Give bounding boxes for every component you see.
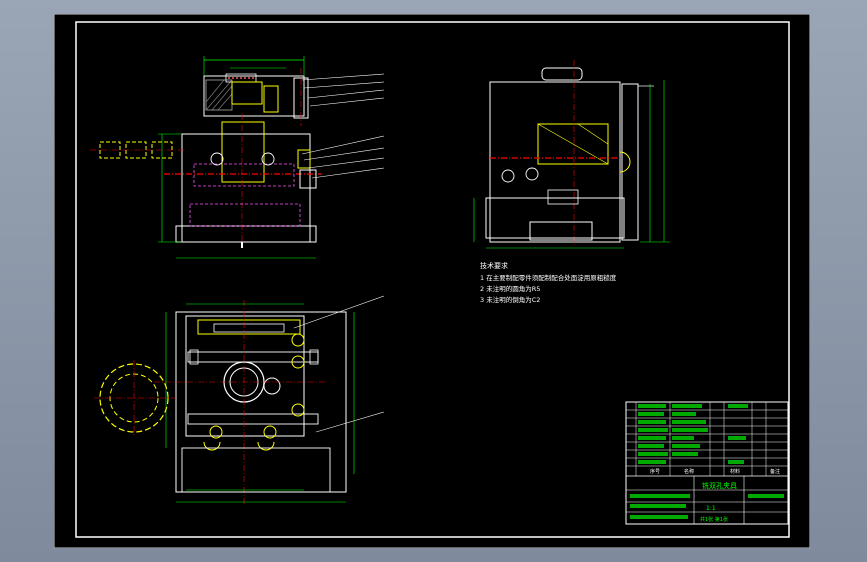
- outer-sheet-border: [53, 13, 811, 549]
- drawing-scale: 1:1: [706, 505, 716, 512]
- cad-drawing-svg: 技术要求 1 在主要制配零件须配制配合处面淀用原粗糙度 2 未注明的圆角为R5 …: [53, 13, 811, 549]
- tech-req-item-3: 3 未注明的倒角为C2: [480, 295, 540, 304]
- tech-req-item-1: 1 在主要制配零件须配制配合处面淀用原粗糙度: [480, 273, 617, 282]
- drawing-canvas[interactable]: 技术要求 1 在主要制配零件须配制配合处面淀用原粗糙度 2 未注明的圆角为R5 …: [53, 13, 811, 549]
- drawing-frame-icon: [75, 21, 790, 538]
- cad-viewport[interactable]: 技术要求 1 在主要制配零件须配制配合处面淀用原粗糙度 2 未注明的圆角为R5 …: [0, 0, 867, 562]
- title-header-no: 序号: [650, 468, 660, 475]
- tech-req-title: 技术要求: [480, 261, 508, 270]
- locating-pin-hidden: [221, 121, 265, 183]
- handle-rod: [90, 141, 184, 159]
- section-circle-icon: [94, 360, 176, 436]
- base-plate: [175, 225, 317, 243]
- technical-requirements: 技术要求 1 在主要制配零件须配制配合处面淀用原粗糙度 2 未注明的圆角为R5 …: [480, 261, 617, 304]
- side-view: [473, 60, 670, 249]
- title-header-material: 材料: [730, 468, 740, 475]
- side-body: [489, 81, 621, 243]
- leader-arrow-icon: [301, 73, 385, 179]
- top-view-base: [175, 311, 347, 493]
- tech-req-item-2: 2 未注明的圆角为R5: [480, 284, 540, 293]
- title-block: 序号 名称 材料 备注 铣双孔夹具 1:1 共1张 第1张: [625, 401, 789, 525]
- front-view: [90, 56, 385, 259]
- top-view: [154, 295, 385, 506]
- title-header-note: 备注: [770, 468, 780, 475]
- drawing-title: 铣双孔夹具: [702, 481, 737, 490]
- sheet-info: 共1张 第1张: [700, 516, 728, 523]
- title-header-name: 名称: [684, 468, 694, 475]
